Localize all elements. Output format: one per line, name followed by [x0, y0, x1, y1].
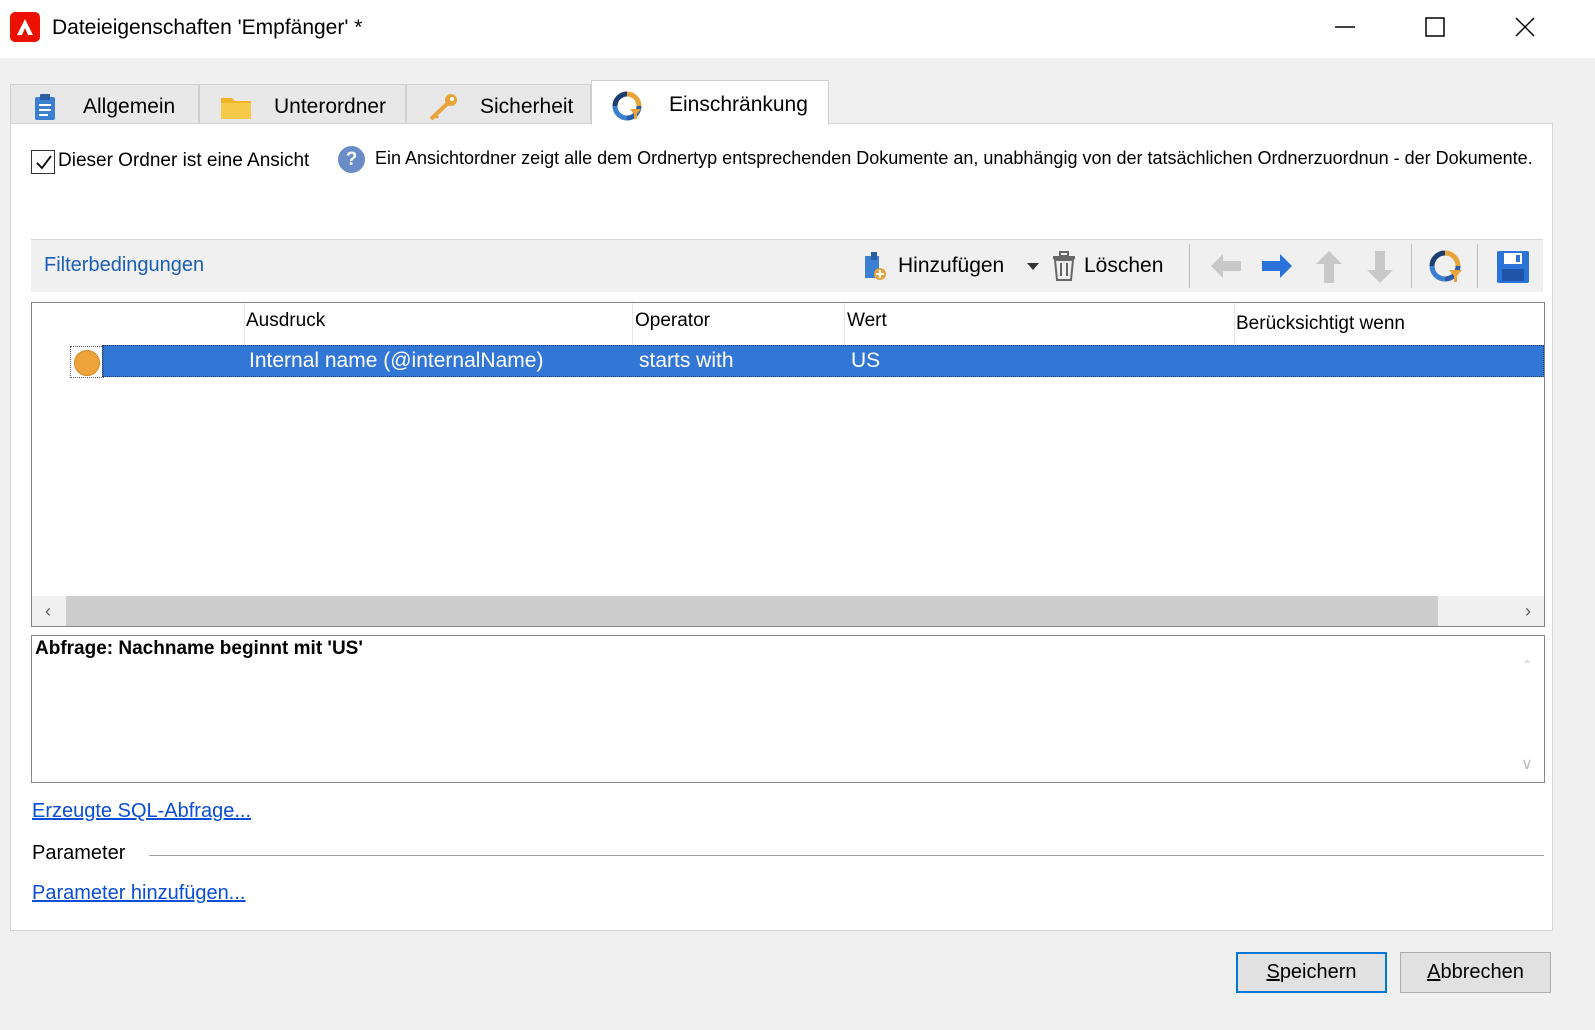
tab-allgemein[interactable]: Allgemein — [10, 84, 199, 124]
arrow-left-icon — [1209, 250, 1243, 287]
tab-einschraenkung[interactable]: Einschränkung — [591, 80, 829, 125]
filter-icon — [612, 91, 642, 121]
move-up-button[interactable] — [1313, 250, 1347, 283]
column-divider — [1234, 303, 1235, 345]
chevron-down-icon — [1026, 259, 1040, 277]
column-header-ausdruck[interactable]: Ausdruck — [246, 303, 325, 345]
restriction-panel: Dieser Ordner ist eine Ansicht ? Ein Ans… — [10, 123, 1553, 931]
arrow-down-icon — [1364, 250, 1396, 289]
save-accelerator: S — [1266, 961, 1280, 983]
filter-section-title: Filterbedingungen — [44, 254, 205, 276]
status-dot-icon — [74, 350, 100, 376]
view-checkbox-label[interactable]: Dieser Ordner ist eine Ansicht — [58, 150, 309, 172]
save-filter-button[interactable] — [1496, 250, 1530, 283]
cancel-label: bbrechen — [1440, 961, 1524, 983]
minimize-button[interactable] — [1300, 0, 1390, 54]
column-divider — [632, 303, 633, 345]
filter-icon — [1429, 250, 1463, 289]
delete-button[interactable]: Löschen — [1051, 250, 1176, 282]
tab-label: Allgemein — [83, 95, 176, 118]
save-button[interactable]: Speichern — [1236, 952, 1387, 993]
cell-expression[interactable]: Internal name (@internalName) — [249, 349, 543, 373]
cell-operator[interactable]: starts with — [639, 349, 734, 373]
close-button[interactable] — [1480, 0, 1570, 54]
move-right-button[interactable] — [1260, 250, 1294, 282]
filter-toolbar: Filterbedingungen Hinzufügen Löschen — [31, 239, 1543, 292]
refresh-filter-button[interactable] — [1429, 250, 1465, 282]
sql-query-link[interactable]: Erzeugte SQL-Abfrage... — [32, 800, 251, 823]
column-header-operator[interactable]: Operator — [635, 303, 710, 345]
column-divider — [244, 303, 245, 345]
scroll-down-icon[interactable]: ∨ — [1517, 754, 1537, 774]
tab-label: Einschränkung — [669, 93, 808, 116]
app-logo-icon — [10, 12, 40, 42]
clipboard-icon — [31, 93, 61, 120]
floppy-disk-icon — [1496, 250, 1530, 289]
toolbar-separator — [1477, 244, 1478, 288]
arrow-up-icon — [1313, 250, 1345, 289]
toolbar-separator — [1411, 244, 1412, 288]
view-checkbox[interactable] — [31, 150, 55, 174]
cell-value[interactable]: US — [851, 349, 880, 373]
parameter-section-label: Parameter — [32, 842, 126, 864]
scroll-up-icon[interactable]: ‸ — [1517, 644, 1537, 664]
query-text: Abfrage: Nachname beginnt mit 'US' — [35, 638, 363, 659]
help-icon: ? — [338, 146, 365, 173]
delete-button-label: Löschen — [1084, 254, 1164, 277]
maximize-button[interactable] — [1390, 0, 1480, 54]
arrow-right-icon — [1260, 250, 1294, 287]
column-divider — [844, 303, 845, 345]
window-title: Dateieigenschaften 'Empfänger' * — [52, 16, 363, 39]
save-label: peichern — [1279, 961, 1357, 983]
add-parameter-link[interactable]: Parameter hinzufügen... — [32, 882, 245, 905]
tab-sicherheit[interactable]: Sicherheit — [406, 84, 591, 124]
conditions-grid: Ausdruck Operator Wert Berücksichtigt we… — [31, 302, 1545, 627]
title-bar: Dateieigenschaften 'Empfänger' * — [0, 0, 1595, 58]
cancel-button[interactable]: Abbrechen — [1400, 952, 1551, 993]
query-description-box[interactable]: Abfrage: Nachname beginnt mit 'US' ‸ ∨ — [31, 635, 1545, 783]
tab-unterordner[interactable]: Unterordner — [199, 84, 406, 124]
move-left-button[interactable] — [1209, 250, 1243, 282]
folder-icon — [220, 93, 251, 119]
column-header-condition[interactable]: Berücksichtigt wenn — [1236, 303, 1405, 345]
add-button-label: Hinzufügen — [898, 254, 1005, 277]
help-text: Ein Ansichtordner zeigt alle dem Ordnert… — [375, 148, 1533, 168]
column-header-wert[interactable]: Wert — [847, 303, 887, 345]
toolbar-separator — [1189, 244, 1190, 288]
cancel-accelerator: A — [1427, 961, 1441, 983]
key-icon — [427, 93, 457, 121]
add-dropdown-button[interactable] — [1023, 250, 1043, 282]
horizontal-scrollbar[interactable]: ‹ › — [32, 596, 1544, 626]
add-condition-icon — [862, 250, 890, 287]
vertical-scrollbar[interactable]: ‸ ∨ — [1510, 636, 1544, 782]
add-button[interactable]: Hinzufügen — [862, 250, 1042, 282]
scroll-right-icon[interactable]: › — [1518, 601, 1538, 621]
divider — [149, 855, 1544, 856]
tab-label: Unterordner — [274, 95, 387, 118]
tab-label: Sicherheit — [480, 95, 574, 118]
scrollbar-thumb[interactable] — [66, 596, 1438, 626]
trash-icon — [1051, 250, 1077, 287]
scroll-left-icon[interactable]: ‹ — [38, 601, 58, 621]
move-down-button[interactable] — [1364, 250, 1398, 283]
